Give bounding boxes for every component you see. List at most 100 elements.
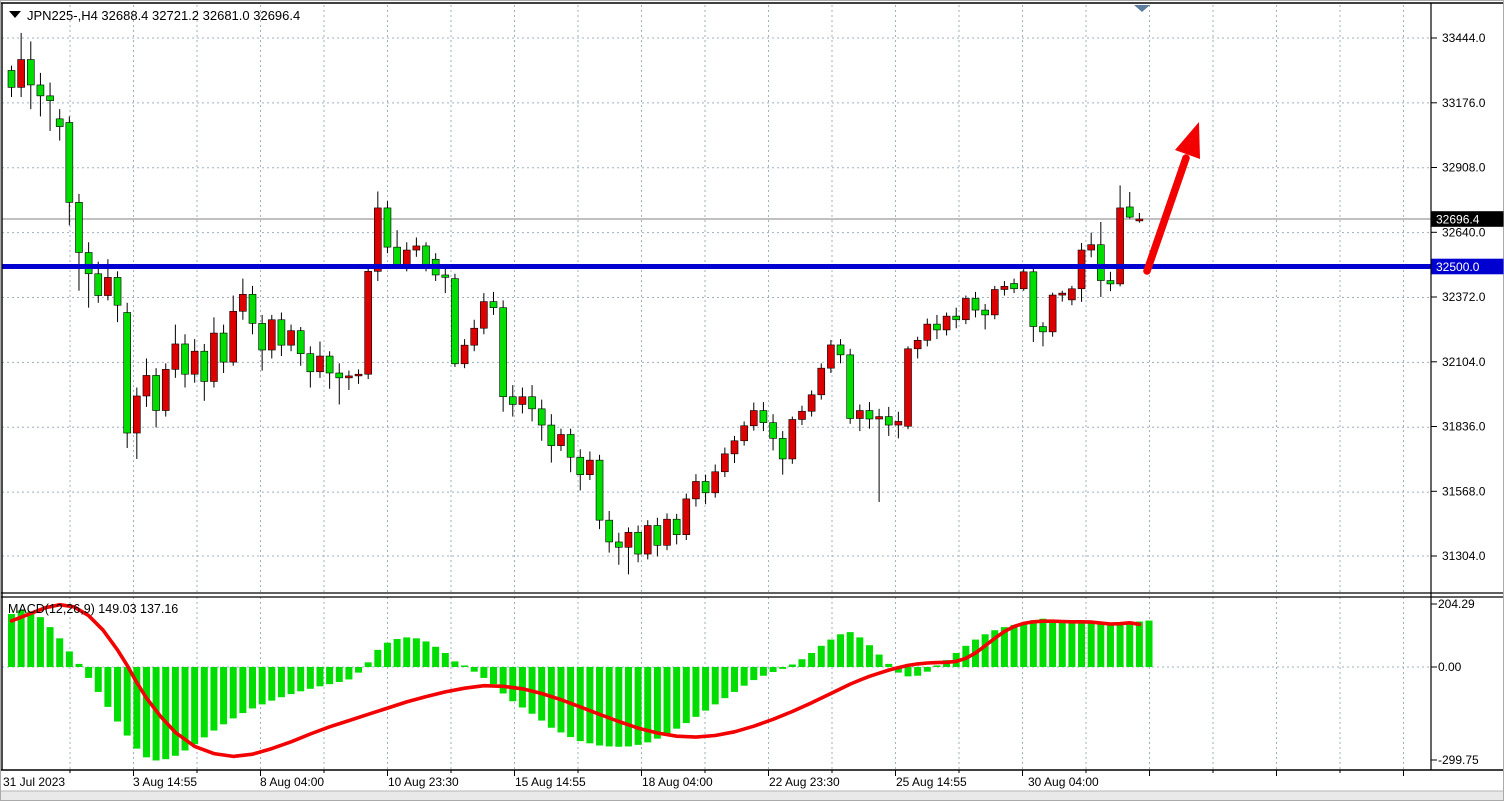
candle-body [201,351,208,381]
candle-body [991,289,998,314]
candle-body [182,344,189,374]
candle-body [953,316,960,320]
candle-body [895,421,902,425]
macd-histogram-bar [750,667,757,680]
candle-body [1059,293,1066,295]
candle-body [943,316,950,330]
candle-body [596,460,603,520]
candle-body [808,395,815,411]
macd-histogram-bar [423,641,430,667]
macd-histogram-bar [461,665,468,667]
candle-body [876,417,883,419]
macd-histogram-bar [982,634,989,667]
macd-histogram-bar [1059,622,1066,667]
time-axis-label: 30 Aug 04:00 [1028,775,1099,789]
candle-body [606,520,613,542]
macd-histogram-bar [326,667,333,684]
macd-histogram-bar [770,667,777,672]
candle-body [124,312,131,433]
candle-body [104,277,111,295]
up-arrow-head-icon[interactable] [1175,122,1200,159]
macd-histogram-bar [230,667,237,718]
macd-histogram-bar [924,667,931,672]
candle-body [403,250,410,265]
candle-body [1136,219,1143,221]
macd-axis-label: 0.00 [1438,660,1462,674]
candle-body [664,519,671,545]
annotations-layer[interactable] [1134,5,1200,271]
macd-histogram-bar [451,661,458,667]
price-axis-label: 32372.0 [1442,290,1486,304]
candle-body [297,331,304,354]
candle-body [586,460,593,475]
macd-histogram-bar [500,667,507,693]
price-axis-label: 33444.0 [1442,31,1486,45]
triangle-down-icon[interactable] [9,11,21,18]
macd-histogram-bar [297,667,304,691]
macd-histogram-bar [1126,623,1133,667]
candle-body [509,397,516,405]
candle-body [451,279,458,364]
macd-histogram-bar [394,639,401,667]
candle-body [384,208,391,247]
candle-body [143,375,150,396]
candle-body [374,208,381,271]
candle-body [153,375,160,410]
candle-body [721,454,728,472]
candle-body [577,457,584,474]
candle-body [114,277,121,305]
time-axis-label: 10 Aug 23:30 [388,775,459,789]
candle-body [673,519,680,534]
candle-body [27,60,34,85]
candle-body [818,368,825,395]
macd-histogram-bar [1117,624,1124,667]
candle-body [731,441,738,454]
macd-histogram-bar [336,667,343,682]
candle-body [933,324,940,330]
candle-body [924,324,931,340]
macd-histogram-bar [596,667,603,745]
macd-histogram-bar [191,667,198,744]
candle-body [500,308,507,397]
candle-body [712,472,719,493]
chart-canvas[interactable]: 33444.033176.032908.032640.032372.032104… [0,0,1504,801]
candle-body [8,70,15,87]
macd-histogram-bar [798,659,805,667]
macd-histogram-bar [905,667,912,676]
macd-histogram-bar [403,637,410,667]
candle-body [345,376,352,378]
candle-body [249,294,256,323]
macd-histogram-bar [779,667,786,669]
up-arrow-shaft[interactable] [1147,158,1186,271]
candle-body [191,351,198,374]
time-axis-label: 18 Aug 04:00 [642,775,713,789]
macd-histogram-bar [471,667,478,672]
macd-histogram-bar [95,667,102,692]
price-axis-label: 32640.0 [1442,225,1486,239]
macd-histogram-bar [104,667,111,707]
time-axis-label: 8 Aug 04:00 [260,775,324,789]
candle-body [798,411,805,419]
candle-body [635,532,642,554]
candle-body [47,96,54,101]
candle-body [326,356,333,373]
chart-shift-marker-icon[interactable] [1134,5,1150,12]
candle-body [519,397,526,405]
macd-histogram-bar [876,655,883,667]
macd-histogram-bar [683,667,690,723]
macd-histogram-bar [914,667,921,676]
macd-histogram-bar [27,612,34,667]
macd-histogram-bar [760,667,767,676]
macd-histogram-bar [673,667,680,729]
current-price-tag-text: 32696.4 [1436,213,1480,227]
candle-body [654,525,661,545]
candle-body [837,345,844,355]
price-axis-label: 31836.0 [1442,420,1486,434]
macd-histogram-bar [143,667,150,757]
macd-histogram-bar [586,667,593,743]
macd-histogram-bar [625,667,632,746]
macd-histogram-bar [731,667,738,692]
macd-histogram-bar [278,667,285,697]
symbol-ohlc-title: JPN225-,H4 32688.4 32721.2 32681.0 32696… [27,8,300,23]
price-axis-label: 32104.0 [1442,355,1486,369]
